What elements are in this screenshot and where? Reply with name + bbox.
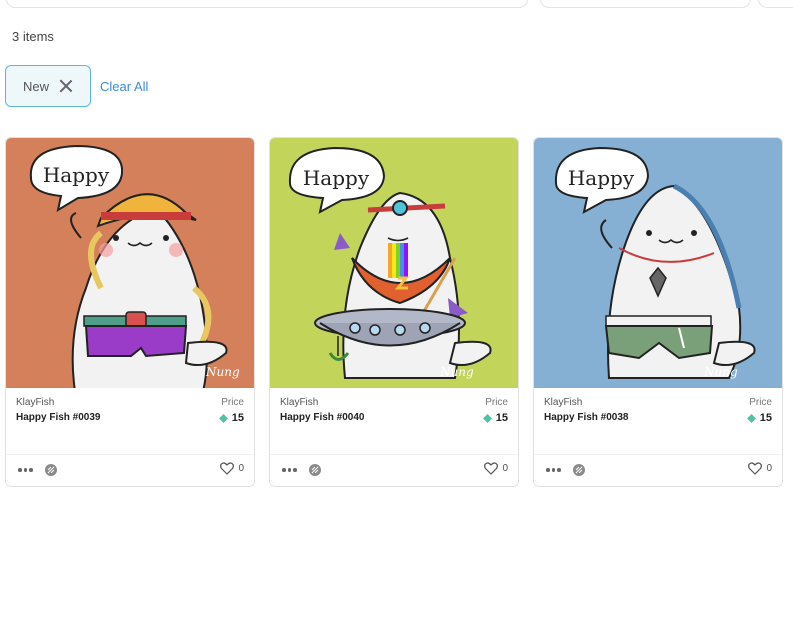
price-label: Price xyxy=(749,397,772,408)
top-toolbar xyxy=(0,0,793,10)
clear-all-link[interactable]: Clear All xyxy=(100,79,148,94)
heart-icon xyxy=(484,462,499,475)
like-button[interactable]: 0 xyxy=(220,462,244,475)
price-label: Price xyxy=(485,397,508,408)
klay-token-icon xyxy=(482,413,492,423)
nft-image[interactable]: Happy Nung xyxy=(6,138,254,388)
price-value: 15 xyxy=(746,412,772,424)
price-amount: 15 xyxy=(495,412,508,424)
nft-image[interactable]: Happy Nung xyxy=(534,138,782,388)
view-toggle[interactable] xyxy=(758,0,793,8)
collection-name[interactable]: KlayFish xyxy=(544,397,772,408)
heart-icon xyxy=(220,462,235,475)
collection-name[interactable]: KlayFish xyxy=(16,397,244,408)
price-amount: 15 xyxy=(231,412,244,424)
signature-text: Nung xyxy=(703,365,738,379)
speech-text: Happy xyxy=(568,166,635,190)
nft-grid: Happy Nung KlayFish Happy Fish #0039 Pri… xyxy=(5,137,783,487)
collection-name[interactable]: KlayFish xyxy=(280,397,508,408)
close-icon[interactable] xyxy=(59,79,73,93)
like-count: 0 xyxy=(238,463,244,474)
klaytn-chain-icon xyxy=(309,464,321,476)
nft-card[interactable]: Happy Nung KlayFish Happy Fish #0040 Pri… xyxy=(269,137,519,487)
price-value: 15 xyxy=(218,412,244,424)
nft-image[interactable]: Happy Nung xyxy=(270,138,518,388)
results-count: 3 items xyxy=(12,29,54,44)
signature-text: Nung xyxy=(205,365,240,379)
nft-card[interactable]: Happy Nung KlayFish Happy Fish #0038 Pri… xyxy=(533,137,783,487)
like-count: 0 xyxy=(502,463,508,474)
speech-text: Happy xyxy=(43,163,110,187)
klaytn-chain-icon xyxy=(573,464,585,476)
card-footer: 0 xyxy=(6,454,254,486)
nft-name[interactable]: Happy Fish #0039 xyxy=(16,412,244,423)
filter-chip-new[interactable]: New xyxy=(5,65,91,107)
heart-icon xyxy=(748,462,763,475)
more-options-icon[interactable] xyxy=(18,468,34,472)
more-options-icon[interactable] xyxy=(282,468,298,472)
like-button[interactable]: 0 xyxy=(484,462,508,475)
active-filters: New Clear All xyxy=(5,65,148,107)
card-footer: 0 xyxy=(534,454,782,486)
card-footer: 0 xyxy=(270,454,518,486)
price-amount: 15 xyxy=(759,412,772,424)
klay-token-icon xyxy=(746,413,756,423)
filter-chip-label: New xyxy=(22,78,49,94)
nft-card[interactable]: Happy Nung KlayFish Happy Fish #0039 Pri… xyxy=(5,137,255,487)
more-options-icon[interactable] xyxy=(546,468,562,472)
search-input[interactable] xyxy=(6,0,528,8)
klay-token-icon xyxy=(218,413,228,423)
sort-dropdown[interactable] xyxy=(540,0,751,8)
speech-text: Happy xyxy=(303,166,370,190)
nft-name[interactable]: Happy Fish #0040 xyxy=(280,412,508,423)
price-value: 15 xyxy=(482,412,508,424)
like-button[interactable]: 0 xyxy=(748,462,772,475)
like-count: 0 xyxy=(766,463,772,474)
signature-text: Nung xyxy=(439,365,474,379)
nft-name[interactable]: Happy Fish #0038 xyxy=(544,412,772,423)
klaytn-chain-icon xyxy=(45,464,57,476)
price-label: Price xyxy=(221,397,244,408)
